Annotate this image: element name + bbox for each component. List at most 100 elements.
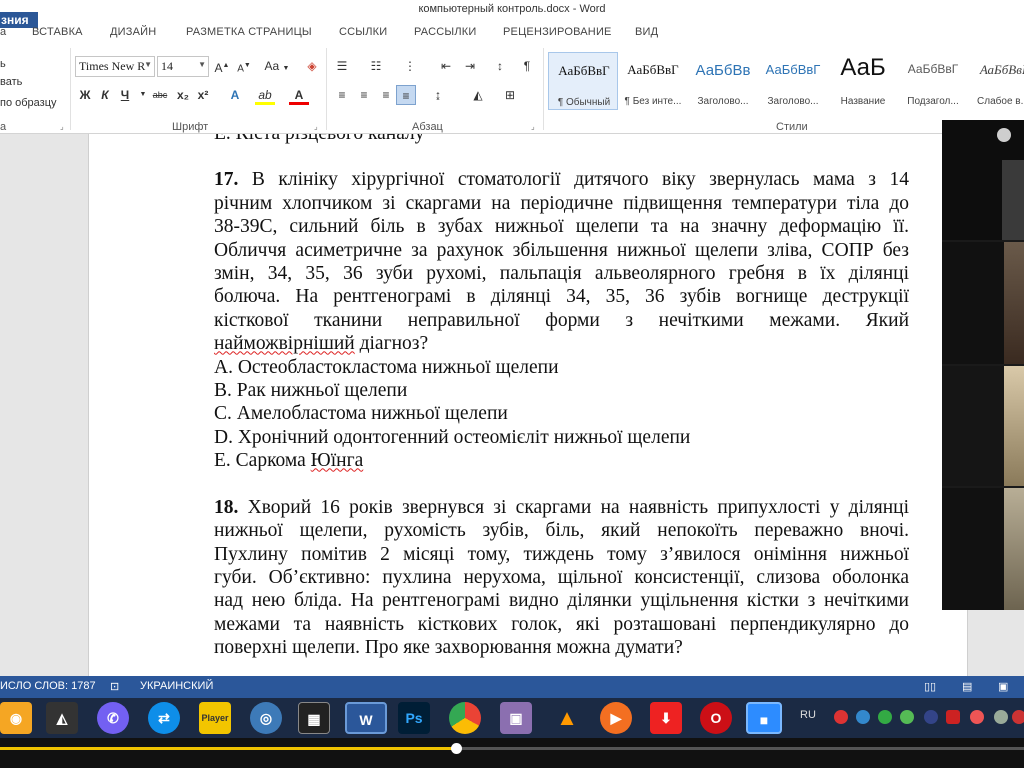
bluetooth-icon[interactable] (924, 710, 938, 724)
align-center-icon[interactable]: ≡ (354, 85, 374, 105)
question-line: губи. Об’єктивно: пухлина нерухома, щіль… (214, 566, 909, 588)
player-icon[interactable]: Player (199, 702, 231, 734)
strikethrough-button[interactable]: abc (150, 85, 170, 105)
font-color-button[interactable]: A (289, 85, 309, 105)
tray-icon[interactable] (856, 710, 870, 724)
paste-option-cut[interactable]: ь (0, 58, 6, 70)
grow-font-button[interactable]: A▲ (212, 56, 232, 76)
audio-icon[interactable]: ◉ (0, 702, 32, 734)
media-player-icon[interactable]: ▶ (600, 702, 632, 734)
change-case-button[interactable]: Aa ▼ (262, 56, 292, 76)
style-subtle-emphasis[interactable]: АаБбВвІ Слабое в... (968, 52, 1024, 110)
tray-icon[interactable] (900, 710, 914, 724)
misspelled-word[interactable]: Юїнга (311, 450, 364, 471)
font-size-combo[interactable]: 14 ▼ (157, 56, 209, 77)
vlc-icon[interactable]: ▲ (551, 702, 583, 734)
web-layout-icon[interactable]: ▣ (998, 680, 1008, 693)
align-left-icon[interactable]: ≡ (332, 85, 352, 105)
document-page[interactable]: Е. Кіста різцевого каналу 17. В клініку … (88, 134, 968, 676)
italic-button[interactable]: К (95, 85, 115, 105)
progress-knob[interactable] (450, 743, 462, 754)
style-normal[interactable]: АаБбВвГ ¶ Обычный (548, 52, 618, 110)
word-icon[interactable]: W (345, 702, 387, 734)
subscript-button[interactable]: x₂ (173, 85, 193, 105)
read-mode-icon[interactable]: ▯▯ (924, 680, 936, 693)
tab-view[interactable]: ВИД (635, 26, 658, 38)
tray-icon[interactable] (1012, 710, 1024, 724)
style-subtitle[interactable]: АаБбВвГ Подзагол... (898, 52, 968, 110)
progress-fill (0, 747, 456, 750)
tab-mailings[interactable]: РАССЫЛКИ (414, 26, 476, 38)
tab-insert[interactable]: ВСТАВКА (32, 26, 83, 38)
numbering-icon[interactable]: ☷ (366, 56, 386, 76)
tray-icon[interactable] (970, 710, 984, 724)
text-effects-button[interactable]: A (225, 85, 245, 105)
print-layout-icon[interactable]: ▤ (962, 680, 972, 693)
media-icon[interactable]: ◎ (250, 702, 282, 734)
proofing-icon[interactable]: ⊡ (110, 680, 119, 693)
language-indicator[interactable]: УКРАИНСКИЙ (140, 680, 213, 692)
viber-icon[interactable]: ✆ (97, 702, 129, 734)
tab-layout[interactable]: РАЗМЕТКА СТРАНИЦЫ (186, 26, 312, 38)
font-launcher-icon[interactable]: ⌟ (314, 122, 318, 131)
borders-icon[interactable]: ⊞ (500, 85, 520, 105)
style-title[interactable]: АаБ Название (828, 52, 898, 110)
line-spacing-icon[interactable]: ↨ (428, 85, 448, 105)
style-sample: АаБбВвГ (627, 62, 679, 77)
font-group-label: Шрифт (172, 121, 209, 133)
bold-button[interactable]: Ж (75, 85, 95, 105)
video-tile[interactable] (942, 488, 1024, 610)
downloader-icon[interactable]: ⬇ (650, 702, 682, 734)
video-tile[interactable] (942, 120, 1024, 240)
align-right-icon[interactable]: ≡ (376, 85, 396, 105)
style-no-spacing[interactable]: АаБбВвГ ¶ Без инте... (618, 52, 688, 110)
sort-icon[interactable]: ↕ (490, 56, 510, 76)
chevron-down-icon: ▼ (144, 60, 152, 69)
style-heading-2[interactable]: АаБбВвГ Заголово... (758, 52, 828, 110)
increase-indent-icon[interactable]: ⇥ (460, 56, 480, 76)
tab-home[interactable]: а (0, 26, 6, 38)
misspelled-word[interactable]: найможвірніший (214, 333, 355, 354)
shading-icon[interactable]: ◭ (468, 85, 488, 105)
opera-icon[interactable]: O (700, 702, 732, 734)
video-person (1004, 366, 1024, 486)
video-panel (942, 120, 1024, 610)
clipboard-launcher-icon[interactable]: ⌟ (60, 122, 64, 131)
superscript-button[interactable]: x² (193, 85, 213, 105)
multilevel-list-icon[interactable]: ⋮ (400, 56, 420, 76)
format-painter-button[interactable]: по образцу (0, 97, 57, 109)
show-marks-button[interactable]: ¶ (517, 56, 537, 76)
highlight-button[interactable]: ab (255, 85, 275, 105)
tray-icon[interactable] (946, 710, 960, 724)
network-icon[interactable] (994, 710, 1008, 724)
tab-design[interactable]: ДИЗАЙН (110, 26, 156, 38)
underline-button[interactable]: Ч (115, 85, 135, 105)
document-area[interactable]: Е. Кіста різцевого каналу 17. В клініку … (0, 134, 1024, 676)
document-text[interactable]: Е. Кіста різцевого каналу 17. В клініку … (214, 134, 909, 660)
question-line: Пухлину помітив 2 місяці тому, тиждень т… (214, 543, 909, 565)
clear-formatting-icon[interactable]: ◈ (302, 56, 322, 76)
video-editor-icon[interactable]: ▦ (298, 702, 330, 734)
word-count[interactable]: ИСЛО СЛОВ: 1787 (0, 680, 96, 692)
tab-review[interactable]: РЕЦЕНЗИРОВАНИЕ (503, 26, 612, 38)
teamviewer-icon[interactable]: ⇄ (148, 702, 180, 734)
paragraph-launcher-icon[interactable]: ⌟ (531, 122, 535, 131)
shrink-font-button[interactable]: A▼ (234, 56, 254, 76)
zoom-icon[interactable]: ■ (746, 702, 782, 734)
paste-option-copy[interactable]: вать (0, 76, 22, 88)
bullets-icon[interactable]: ☰ (332, 56, 352, 76)
font-name-combo[interactable]: Times New R ▼ (75, 56, 155, 77)
style-heading-1[interactable]: АаБбВв Заголово... (688, 52, 758, 110)
video-tile[interactable] (942, 242, 1024, 364)
chrome-icon[interactable] (449, 702, 481, 734)
decrease-indent-icon[interactable]: ⇤ (436, 56, 456, 76)
alien-icon[interactable]: ◭ (46, 702, 78, 734)
archiver-icon[interactable]: ▣ (500, 702, 532, 734)
language-indicator[interactable]: RU (800, 709, 816, 721)
tab-references[interactable]: ССЫЛКИ (339, 26, 387, 38)
justify-icon[interactable]: ≡ (396, 85, 416, 105)
tray-icon[interactable] (878, 710, 892, 724)
video-tile[interactable] (942, 366, 1024, 486)
tray-icon[interactable] (834, 710, 848, 724)
photoshop-icon[interactable]: Ps (398, 702, 430, 734)
